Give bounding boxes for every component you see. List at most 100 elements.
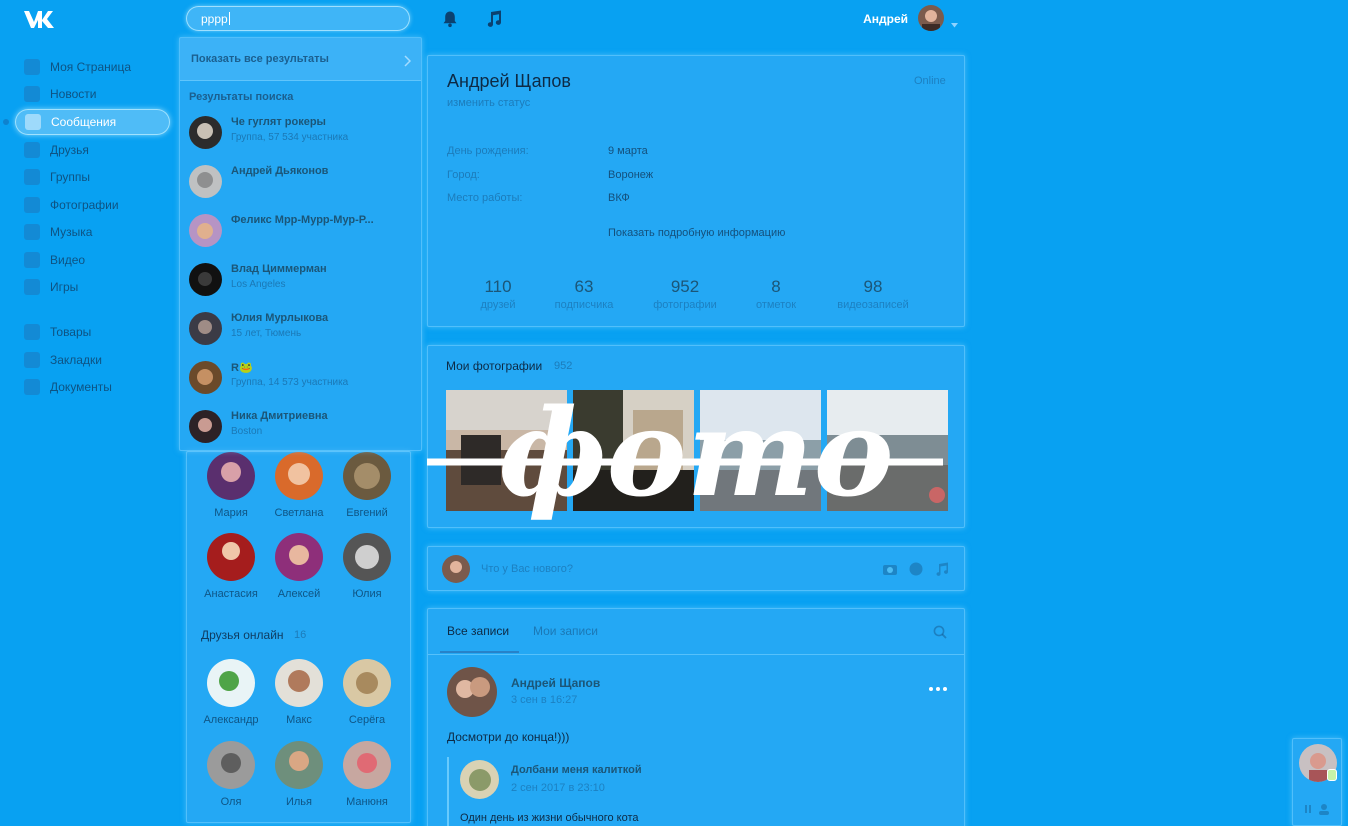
vk-logo-icon[interactable] bbox=[22, 7, 56, 31]
info-value[interactable]: Воронеж bbox=[608, 169, 653, 181]
search-result-item[interactable]: R🐸 Группа, 14 573 участника bbox=[189, 361, 414, 409]
more-options-icon[interactable] bbox=[928, 679, 948, 691]
post-text: Досмотри до конца!))) bbox=[447, 730, 570, 744]
sidebar-item-groups[interactable]: Группы bbox=[15, 164, 170, 190]
search-result-item[interactable]: Юлия Мурлыкова 15 лет, Тюмень bbox=[189, 312, 414, 360]
search-result-item[interactable]: Влад Циммерман Los Angeles bbox=[189, 263, 414, 311]
friend-item[interactable]: Юлия bbox=[337, 533, 397, 600]
home-icon bbox=[24, 59, 40, 75]
friend-item[interactable]: Оля bbox=[201, 741, 261, 808]
sidebar-item-video[interactable]: Видео bbox=[15, 247, 170, 273]
video-icon bbox=[24, 252, 40, 268]
post-composer[interactable]: Что у Вас нового? bbox=[427, 546, 965, 591]
avatar bbox=[207, 533, 255, 581]
photo-thumbnail[interactable] bbox=[700, 390, 821, 511]
user-avatar[interactable] bbox=[918, 5, 944, 31]
avatar[interactable] bbox=[447, 667, 497, 717]
info-value[interactable]: ВКФ bbox=[608, 192, 630, 204]
sidebar-item-documents[interactable]: Документы bbox=[15, 374, 170, 400]
post-author[interactable]: Андрей Щапов bbox=[511, 676, 600, 690]
avatar bbox=[189, 361, 222, 394]
sidebar-item-label: Закладки bbox=[50, 353, 102, 367]
search-input[interactable]: рррр bbox=[186, 6, 410, 31]
composer-input[interactable]: Что у Вас нового? bbox=[481, 563, 573, 575]
repost-date[interactable]: 2 сен 2017 в 23:10 bbox=[511, 782, 605, 794]
sidebar-item-label: Сообщения bbox=[51, 115, 117, 129]
friend-item[interactable]: Илья bbox=[269, 741, 329, 808]
search-result-item[interactable]: Ника Дмитриевна Boston bbox=[189, 410, 414, 458]
sidebar-item-bookmarks[interactable]: Закладки bbox=[15, 347, 170, 373]
friends-online-title[interactable]: Друзья онлайн bbox=[201, 628, 284, 642]
search-input-value: рррр bbox=[201, 12, 228, 26]
repost-author[interactable]: Долбани меня калиткой bbox=[511, 764, 642, 776]
bell-icon[interactable] bbox=[441, 10, 459, 28]
stat-tags[interactable]: 8 отметок bbox=[726, 277, 826, 311]
friend-item[interactable]: Алексей bbox=[269, 533, 329, 600]
friend-item[interactable]: Манюня bbox=[337, 741, 397, 808]
sidebar-item-photos[interactable]: Фотографии bbox=[15, 192, 170, 218]
stat-number: 63 bbox=[574, 277, 594, 296]
post-date[interactable]: 3 сен в 16:27 bbox=[511, 694, 577, 706]
stat-label: видеозаписей bbox=[837, 299, 909, 311]
search-result-item[interactable]: Андрей Дьяконов bbox=[189, 165, 414, 213]
music-icon[interactable] bbox=[486, 10, 502, 28]
music-note-icon[interactable] bbox=[935, 562, 949, 576]
avatar bbox=[189, 263, 222, 296]
show-detailed-info-link[interactable]: Показать подробную информацию bbox=[608, 227, 785, 239]
smile-icon[interactable] bbox=[909, 562, 923, 576]
photo-thumbnail[interactable] bbox=[446, 390, 567, 511]
friend-name: Юлия bbox=[352, 588, 382, 600]
search-dropdown: Показать все результаты Результаты поиск… bbox=[179, 37, 422, 451]
stat-friends[interactable]: 110 друзей bbox=[448, 277, 548, 311]
search-icon[interactable] bbox=[933, 625, 947, 639]
show-all-results-button[interactable]: Показать все результаты bbox=[180, 38, 421, 81]
chat-controls-icon[interactable] bbox=[1305, 802, 1331, 815]
sidebar-item-games[interactable]: Игры bbox=[15, 274, 170, 300]
sidebar-item-goods[interactable]: Товары bbox=[15, 319, 170, 345]
sidebar-item-my-page[interactable]: Моя Страница bbox=[15, 54, 170, 80]
user-name[interactable]: Андрей bbox=[810, 12, 908, 26]
avatar bbox=[189, 214, 222, 247]
friend-item[interactable]: Макс bbox=[269, 659, 329, 726]
friend-name: Серёга bbox=[348, 714, 386, 726]
chevron-down-icon[interactable] bbox=[951, 15, 958, 28]
active-tab-underline bbox=[440, 651, 519, 653]
friend-item[interactable]: Светлана bbox=[269, 452, 329, 519]
stat-followers[interactable]: 63 подписчика bbox=[534, 277, 634, 311]
sidebar-item-friends[interactable]: Друзья bbox=[15, 137, 170, 163]
friend-name: Анастасия bbox=[204, 588, 258, 600]
photo-thumbnail[interactable] bbox=[573, 390, 694, 511]
friends-online-count: 16 bbox=[294, 629, 307, 641]
info-value[interactable]: 9 марта bbox=[608, 145, 648, 157]
change-status-link[interactable]: изменить статус bbox=[447, 97, 530, 109]
sidebar-item-news[interactable]: Новости bbox=[15, 81, 170, 107]
photo-thumbnail[interactable] bbox=[827, 390, 948, 511]
search-result-name: Андрей Дьяконов bbox=[231, 165, 329, 177]
friend-item[interactable]: Серёга bbox=[337, 659, 397, 726]
photos-title[interactable]: Мои фотографии bbox=[446, 359, 542, 373]
nav-indicator-dot bbox=[3, 119, 9, 125]
tab-all-posts[interactable]: Все записи bbox=[447, 624, 509, 638]
search-result-name: Ника Дмитриевна bbox=[231, 410, 328, 422]
friend-item[interactable]: Александр bbox=[201, 659, 261, 726]
avatar bbox=[343, 533, 391, 581]
stat-photos[interactable]: 952 фотографии bbox=[635, 277, 735, 311]
camera-icon[interactable] bbox=[883, 562, 897, 576]
search-result-item[interactable]: Че гуглят рокеры Группа, 57 534 участник… bbox=[189, 116, 414, 164]
chat-widget[interactable] bbox=[1292, 738, 1342, 826]
search-result-item[interactable]: Феликс Мрр-Мурр-Мур-Р... bbox=[189, 214, 414, 262]
avatar[interactable] bbox=[460, 760, 499, 799]
friend-name: Алексей bbox=[277, 588, 321, 600]
groups-icon bbox=[24, 169, 40, 185]
friend-item[interactable]: Мария bbox=[201, 452, 261, 519]
friend-item[interactable]: Евгений bbox=[337, 452, 397, 519]
sidebar-item-music[interactable]: Музыка bbox=[15, 219, 170, 245]
stat-label: подписчика bbox=[554, 299, 614, 311]
friend-item[interactable]: Анастасия bbox=[201, 533, 261, 600]
friend-name: Светлана bbox=[274, 507, 324, 519]
info-label: Город: bbox=[447, 169, 480, 181]
sidebar-item-messages[interactable]: Сообщения bbox=[15, 109, 170, 135]
tab-my-posts[interactable]: Мои записи bbox=[533, 624, 598, 638]
show-all-results-label: Показать все результаты bbox=[191, 53, 329, 65]
stat-videos[interactable]: 98 видеозаписей bbox=[823, 277, 923, 311]
